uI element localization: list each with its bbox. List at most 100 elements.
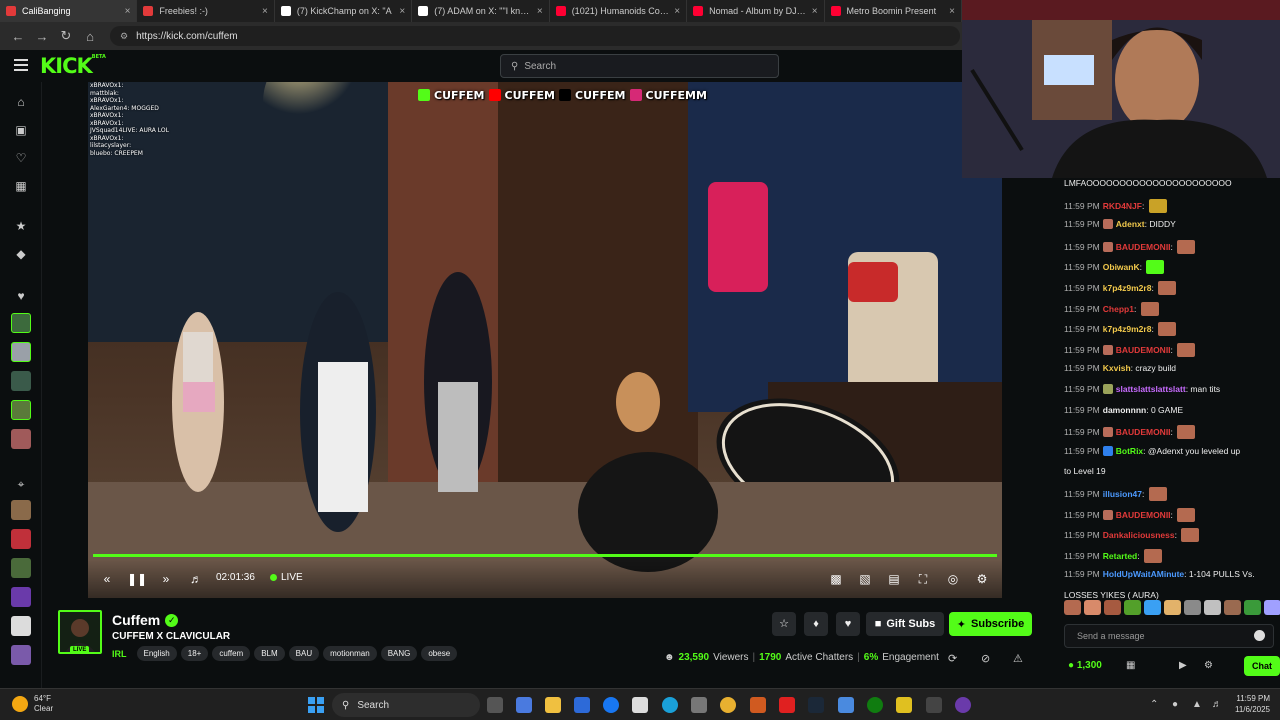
chat-username[interactable]: slattslattslattslatt [1116,384,1186,394]
quick-emote-icon[interactable] [1164,600,1181,615]
kick-logo[interactable]: KICKBETA [40,54,106,78]
quick-emote-icon[interactable] [1184,600,1201,615]
star-icon[interactable]: ☆ [772,612,796,636]
calendar-icon[interactable]: ▦ [1126,660,1135,671]
quick-emote-icon[interactable] [1104,600,1121,615]
quick-emote-icon[interactable] [1204,600,1221,615]
menu-icon[interactable] [14,59,28,71]
tab-close-icon[interactable]: × [399,6,405,17]
send-icon[interactable]: ▶ [1179,660,1187,671]
recommended-channel-avatar[interactable] [11,645,31,665]
chat-username[interactable]: BAUDEMONII [1116,345,1171,355]
tab-close-icon[interactable]: × [262,6,268,17]
chrome-icon[interactable] [720,697,736,713]
settings-icon[interactable]: ⚙ [973,570,991,588]
fast-forward-icon[interactable]: » [157,570,175,588]
copilot-icon[interactable] [516,697,532,713]
store-icon[interactable] [574,697,590,713]
chat-username[interactable]: Dankaliciousness [1103,530,1175,540]
browser-tab[interactable]: (1021) Humanoids Cost as F× [550,0,688,22]
live-indicator[interactable]: LIVE [270,572,303,583]
system-clock[interactable]: 11:59 PM 11/6/2025 [1235,693,1270,715]
stream-tag[interactable]: motionman [323,646,377,661]
miniplayer-icon[interactable]: ▩ [827,570,845,588]
stream-tag[interactable]: obese [421,646,458,661]
browser-tab[interactable]: Metro Boomin Present × [825,0,962,22]
live-icon[interactable]: ⌖ [13,476,29,492]
stream-tag[interactable]: BLM [254,646,285,661]
notes-icon[interactable] [896,697,912,713]
snipping-tool-icon[interactable] [926,697,942,713]
notification-bell-icon[interactable]: ♦ [804,612,828,636]
browser-tab[interactable]: Freebies! :-) × [137,0,275,22]
speaker-icon[interactable]: ♬ [1212,699,1222,710]
calculator-icon[interactable] [691,697,707,713]
xbox-icon[interactable] [867,697,883,713]
chat-username[interactable]: k7p4z9m2r8 [1103,324,1152,334]
chat-username[interactable]: illusion47 [1103,489,1142,499]
following-heart-icon[interactable]: ♡ [13,150,29,166]
chat-username[interactable]: k7p4z9m2r8 [1103,283,1152,293]
heart-icon[interactable]: ♥ [13,288,29,304]
browser-tab[interactable]: (7) ADAM on X: ""I knew pe × [412,0,550,22]
quick-emote-icon[interactable] [1264,600,1280,615]
recommended-channel-avatar[interactable] [11,558,31,578]
chat-username[interactable]: Kxvish [1103,363,1131,373]
vlc-icon[interactable] [750,697,766,713]
browse-icon[interactable]: ▣ [13,122,29,138]
chat-input[interactable]: Send a message [1064,624,1274,648]
report-icon[interactable]: ⚠ [1013,652,1023,665]
url-bar[interactable]: ⚙ https://kick.com/cuffem [110,26,960,46]
file-explorer-icon[interactable] [545,697,561,713]
tab-close-icon[interactable]: × [949,6,955,17]
chat-username[interactable]: Adenxt [1116,219,1145,229]
tab-close-icon[interactable]: × [674,6,680,17]
stream-tag[interactable]: cuffem [212,646,251,661]
follow-heart-icon[interactable]: ♥ [836,612,860,636]
chat-username[interactable]: BAUDEMONII [1116,427,1171,437]
volume-icon[interactable]: ♬ [187,570,205,588]
quick-emote-icon[interactable] [1084,600,1101,615]
quality-icon[interactable]: ◎ [944,570,962,588]
channel-points[interactable]: ● 1,300 [1068,660,1102,671]
chat-send-button[interactable]: Chat [1244,656,1280,676]
chat-username[interactable]: ObiwanK [1103,262,1140,272]
browser-tab[interactable]: (7) KickChamp on X: "A × [275,0,413,22]
search-input[interactable]: ⚲ Search [500,54,779,78]
category-link[interactable]: IRL [112,649,127,659]
clips-icon[interactable]: ◆ [13,246,29,262]
tray-overflow-icon[interactable]: ⌃ [1150,699,1158,710]
windows-start-icon[interactable] [308,697,324,713]
followed-channel-avatar[interactable] [11,313,31,333]
gift-subs-button[interactable]: ■ Gift Subs [866,612,944,636]
channel-name[interactable]: Cuffem ✓ [112,612,179,628]
chat-username[interactable]: BAUDEMONII [1116,510,1171,520]
amazon-icon[interactable] [632,697,648,713]
task-view-icon[interactable] [487,697,503,713]
chat-username[interactable]: BAUDEMONII [1116,242,1171,252]
browser-tab[interactable]: Nomad - Album by DJ Snak × [687,0,825,22]
recommended-channel-avatar[interactable] [11,500,31,520]
emoji-icon[interactable] [1254,630,1265,641]
quick-emote-icon[interactable] [1224,600,1241,615]
network-icon[interactable]: ▲ [1192,699,1202,710]
recommended-channel-avatar[interactable] [11,616,31,636]
categories-icon[interactable]: ▦ [13,178,29,194]
hide-icon[interactable]: ⊘ [981,652,990,665]
microphone-icon[interactable]: ● [1172,699,1178,710]
chat-username[interactable]: damonnnn [1103,405,1146,415]
edge-icon[interactable] [662,697,678,713]
quick-emote-icon[interactable] [1144,600,1161,615]
home-icon[interactable]: ⌂ [78,29,102,44]
followed-channel-avatar[interactable] [11,429,31,449]
chat-username[interactable]: RKD4NJF [1103,201,1142,211]
chat-username[interactable]: Retarted [1103,551,1137,561]
facebook-icon[interactable] [603,697,619,713]
stream-tag[interactable]: BAU [288,646,320,661]
recommended-channel-avatar[interactable] [11,529,31,549]
tab-close-icon[interactable]: × [812,6,818,17]
chat-username[interactable]: BotRix [1116,446,1143,456]
home-icon[interactable]: ⌂ [13,94,29,110]
stream-tag[interactable]: English [136,646,177,661]
taskbar-search[interactable]: ⚲ Search [332,693,480,717]
